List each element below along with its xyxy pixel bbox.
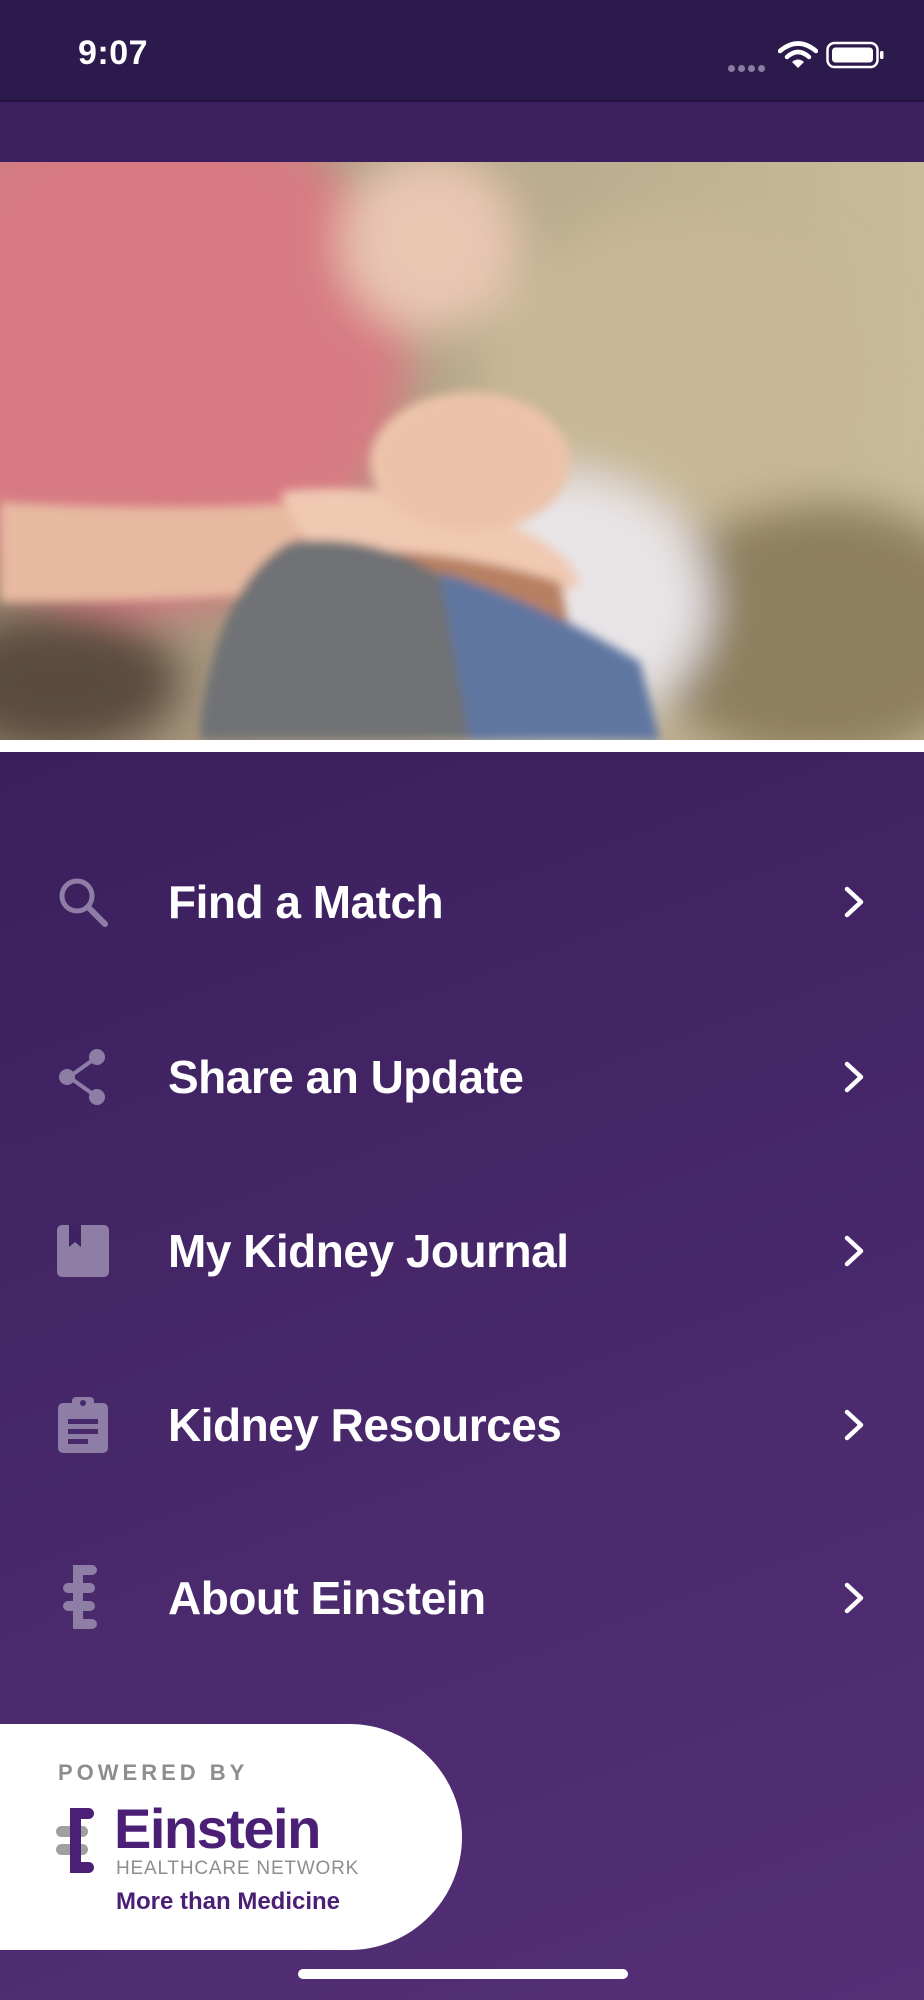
powered-by-label: POWERED BY <box>58 1760 249 1785</box>
menu-item-label: Share an Update <box>168 1051 524 1103</box>
menu-item-find-a-match[interactable]: Find a Match <box>0 827 924 977</box>
menu-item-about-einstein[interactable]: About Einstein <box>0 1523 924 1673</box>
menu-item-label: My Kidney Journal <box>168 1225 569 1277</box>
home-indicator[interactable] <box>298 1969 628 1979</box>
menu-item-kidney-resources[interactable]: Kidney Resources <box>0 1350 924 1500</box>
menu-item-share-an-update[interactable]: Share an Update <box>0 1002 924 1152</box>
chevron-right-icon <box>836 1578 872 1618</box>
cellular-signal-icon <box>728 59 768 77</box>
menu-item-label: Kidney Resources <box>168 1399 562 1451</box>
menu-item-my-kidney-journal[interactable]: My Kidney Journal <box>0 1176 924 1326</box>
status-time: 9:07 <box>78 34 149 72</box>
clipboard-icon <box>52 1394 114 1456</box>
share-icon <box>52 1046 114 1108</box>
status-bar: 9:07 <box>0 0 924 102</box>
brand-subtitle: HEALTHCARE NETWORK <box>116 1858 360 1879</box>
chevron-right-icon <box>836 1405 872 1445</box>
wifi-icon <box>777 40 819 75</box>
brand-name: Einstein <box>114 1797 321 1860</box>
navigation-bar <box>0 102 924 162</box>
menu-item-label: About Einstein <box>168 1572 486 1624</box>
chevron-right-icon <box>836 1231 872 1271</box>
powered-by-card[interactable]: POWERED BY Einstein HEALTHCARE NETWORK M… <box>0 1724 462 1950</box>
chevron-right-icon <box>836 1057 872 1097</box>
menu-item-label: Find a Match <box>168 876 444 928</box>
hero-image <box>0 162 924 740</box>
einstein-logo-icon <box>52 1565 114 1629</box>
chevron-right-icon <box>836 882 872 922</box>
journal-icon <box>52 1220 114 1282</box>
battery-icon <box>826 40 886 75</box>
einstein-brand-icon <box>54 1806 100 1881</box>
brand-tagline: More than Medicine <box>116 1888 341 1915</box>
hero-divider <box>0 740 924 752</box>
search-icon <box>52 871 114 933</box>
